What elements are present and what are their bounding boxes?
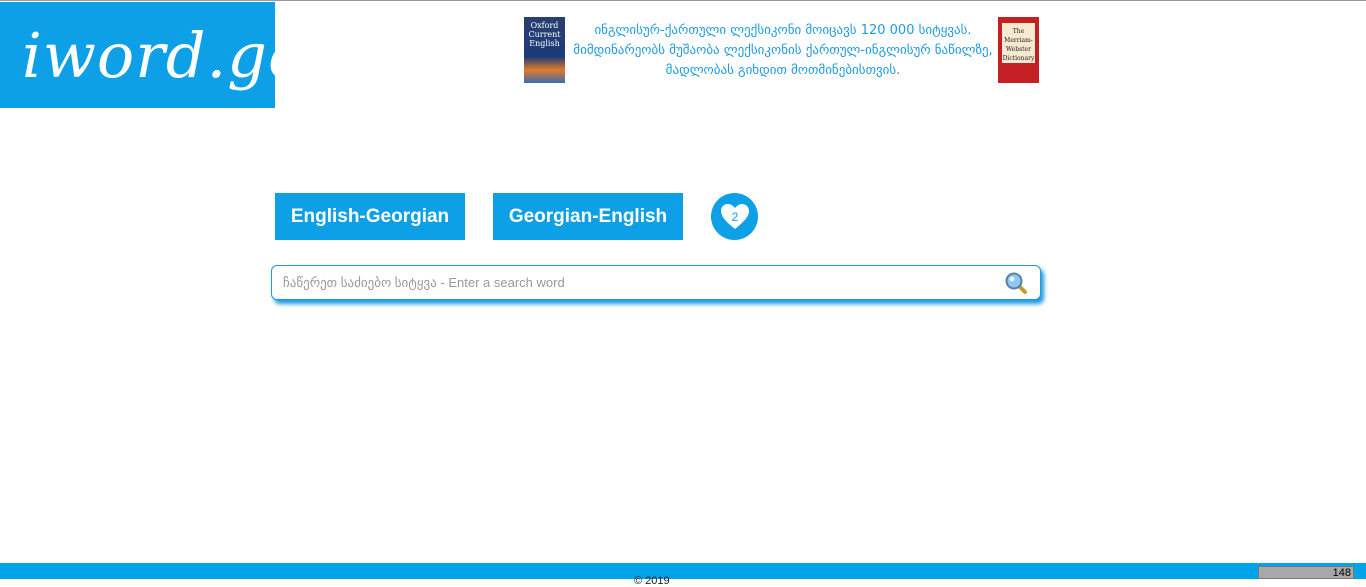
- banner-line: მიმდინარეობს მუშაობა ლექსიკონის ქართულ-ი…: [573, 43, 993, 58]
- search-box: [271, 265, 1041, 300]
- visit-counter: 148: [1258, 566, 1354, 579]
- logo-text: iword.ge: [22, 18, 306, 92]
- search-input[interactable]: [272, 266, 992, 299]
- book-title: The Merriam-Webster Dictionary: [1002, 23, 1035, 63]
- info-banner: Oxford Current English ინგლისურ-ქართული …: [524, 17, 1039, 83]
- heart-icon: 2: [720, 203, 749, 229]
- copyright: © 2019: [634, 575, 670, 587]
- georgian-english-button[interactable]: Georgian-English: [493, 193, 683, 240]
- banner-line: ინგლისურ-ქართული ლექსიკონი მოიცავს 120 0…: [594, 23, 972, 38]
- site-logo[interactable]: iword.ge: [0, 2, 305, 108]
- banner-text: ინგლისურ-ქართული ლექსიკონი მოიცავს 120 0…: [569, 21, 997, 81]
- footer: © 2019 148: [0, 563, 1366, 587]
- search-icon[interactable]: [1004, 271, 1028, 295]
- favorites-count: 2: [731, 210, 738, 224]
- favorites-button[interactable]: 2: [711, 193, 758, 240]
- banner-line: მადლობას გიხდით მოთმინებისთვის.: [665, 63, 901, 78]
- oxford-book-image: Oxford Current English: [524, 17, 565, 83]
- english-georgian-button[interactable]: English-Georgian: [275, 193, 465, 240]
- webster-book-image: The Merriam-Webster Dictionary: [998, 17, 1039, 83]
